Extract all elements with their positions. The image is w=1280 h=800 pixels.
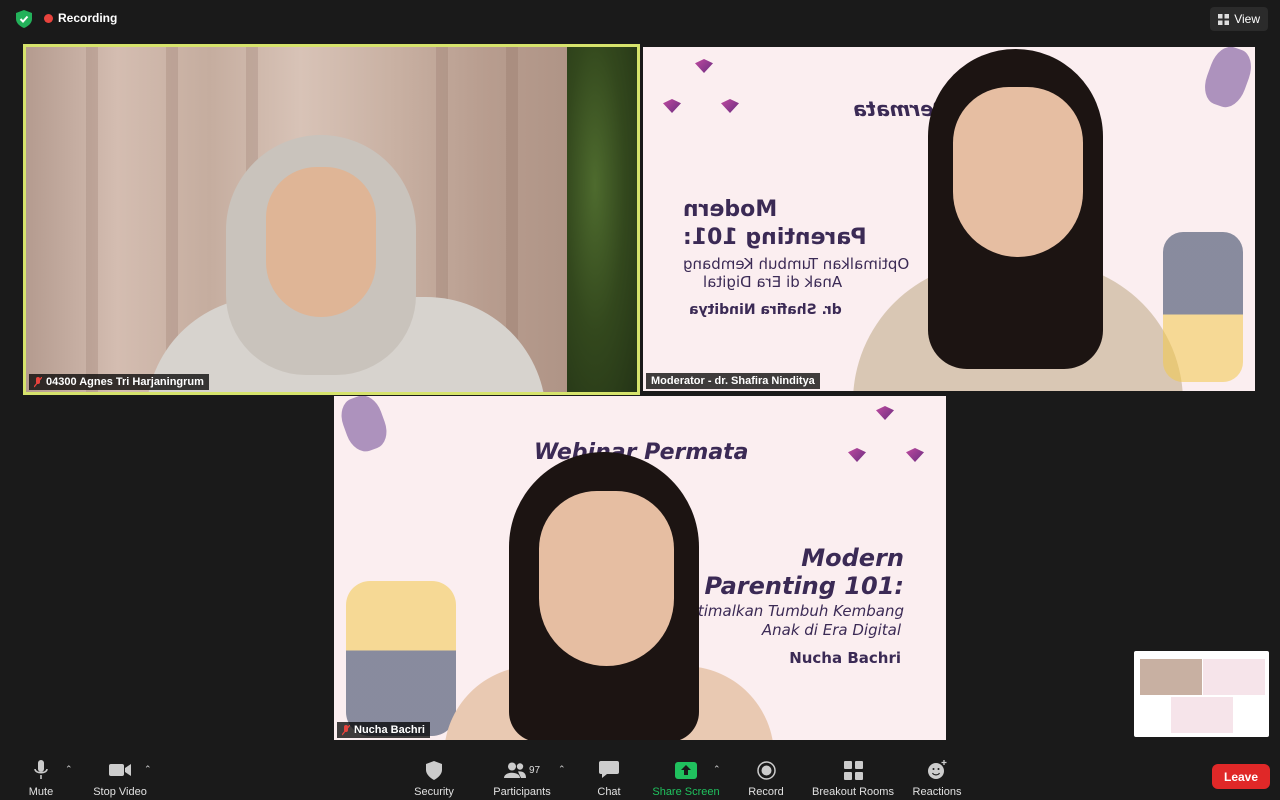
video-icon [109,764,131,776]
breakout-rooms-icon [843,760,863,780]
slide-subtitle-line1: Optimalkan Tumbuh Kembang [683,255,910,273]
record-icon [756,760,776,780]
mic-icon [34,760,48,779]
thumb-tile [1203,659,1265,695]
decorative-brush [335,396,393,457]
leave-button[interactable]: Leave [1212,764,1270,789]
self-view-thumbnail[interactable] [1134,651,1269,737]
thumb-tile [1140,659,1202,695]
chat-icon [599,761,619,778]
slide-subtitle-line2: Anak di Era Digital [703,273,843,291]
slide-title-line1: Modern [683,197,778,222]
slide-speaker: dr. Shafira Ninditya [689,302,842,318]
recording-dot-icon [44,13,53,23]
view-button[interactable]: View [1210,7,1268,31]
audio-options-caret[interactable]: ⌃ [65,764,73,775]
participants-icon [503,762,526,778]
participant-face [266,167,376,317]
video-tile-agnes[interactable]: 04300 Agnes Tri Harjaningrum [23,44,640,395]
breakout-rooms-label: Breakout Rooms [812,786,894,798]
logo-gem-icon [695,59,713,73]
encryption-shield-icon[interactable] [16,10,32,28]
stop-video-label: Stop Video [93,786,147,798]
slide-title-line2: Parenting 101: [683,225,867,250]
participant-name-tag: 04300 Agnes Tri Harjaningrum [29,374,209,390]
security-shield-icon [426,760,442,780]
meeting-toolbar: Mute ⌃ Stop Video ⌃ Security 97 Particip [0,752,1280,800]
video-tile-moderator[interactable]: Permata Modern Parenting 101: Optimalkan… [643,47,1255,391]
video-tile-nucha[interactable]: Webinar Permata Modern Parenting 101: Op… [334,396,946,740]
slide-subtitle-line1: Optimalkan Tumbuh Kembang [676,602,904,620]
logo-gem-icon [721,99,739,113]
thumb-tile [1171,697,1233,733]
participant-name: 04300 Agnes Tri Harjaningrum [46,376,204,388]
slide-subtitle-line2: Anak di Era Digital [761,621,901,639]
participant-name: Nucha Bachri [354,724,425,736]
logo-gem-icon [876,406,894,420]
participant-name-tag: Nucha Bachri [337,722,430,738]
participants-label: Participants [493,786,551,798]
view-label: View [1234,12,1260,26]
participant-name: Moderator - dr. Shafira Ninditya [651,375,815,387]
reactions-icon [928,760,947,779]
family-illustration [1163,232,1243,382]
mute-button[interactable]: Mute [22,758,60,798]
speaker-face [539,491,674,666]
decorative-brush [1198,47,1255,113]
stop-video-button[interactable]: Stop Video [92,758,148,798]
share-screen-label: Share Screen [652,786,720,798]
logo-gem-icon [663,99,681,113]
chat-label: Chat [597,786,621,798]
slide-title-line1: Modern [801,544,904,572]
participants-count: 97 [528,764,541,776]
family-illustration [346,581,456,736]
logo-gem-icon [906,448,924,462]
meeting-top-bar: Recording View [0,0,1280,38]
recording-label: Recording [58,11,118,25]
record-label: Record [748,786,784,798]
participants-button[interactable]: 97 Participants [490,758,554,798]
participant-name-tag: Moderator - dr. Shafira Ninditya [646,373,820,389]
moderator-face [953,87,1083,257]
plant [567,47,637,392]
view-grid-icon [1218,13,1230,25]
recording-indicator[interactable]: Recording [44,11,117,25]
reactions-button[interactable]: Reactions [911,758,963,798]
participants-options-caret[interactable]: ⌃ [558,764,566,775]
chat-button[interactable]: Chat [594,758,624,798]
share-options-caret[interactable]: ⌃ [713,764,721,775]
slide-speaker: Nucha Bachri [789,649,901,667]
share-screen-icon [675,761,697,779]
share-screen-button[interactable]: Share Screen [652,758,720,798]
video-options-caret[interactable]: ⌃ [144,764,152,775]
muted-mic-icon [34,376,42,387]
security-label: Security [414,786,454,798]
mute-label: Mute [28,786,54,798]
slide-title-line2: Parenting 101: [704,572,904,600]
muted-mic-icon [342,724,350,735]
reactions-label: Reactions [912,786,962,798]
record-button[interactable]: Record [747,758,785,798]
logo-gem-icon [848,448,866,462]
breakout-rooms-button[interactable]: Breakout Rooms [810,758,896,798]
security-button[interactable]: Security [412,758,456,798]
curtain [86,47,98,392]
